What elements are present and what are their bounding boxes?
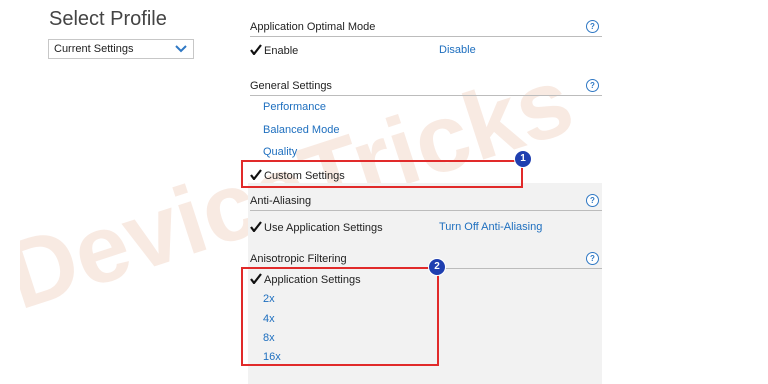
help-icon[interactable]: ? [586,252,599,265]
chevron-down-icon [175,45,187,53]
highlight-box-custom-settings [241,160,523,188]
section-title: Anti-Aliasing [250,195,312,207]
divider [250,95,602,96]
section-title: Anisotropic Filtering [250,253,347,265]
section-general-settings: General Settings ? [250,78,602,96]
option-turn-off-anti-aliasing[interactable]: Turn Off Anti-Aliasing [439,221,542,233]
annotation-badge-1: 1 [514,150,532,168]
option-performance[interactable]: Performance [263,101,326,113]
option-label: Enable [264,45,299,57]
select-profile-title: Select Profile [49,8,167,30]
option-disable[interactable]: Disable [439,44,476,56]
checkmark-icon [250,44,262,55]
divider [250,36,602,37]
help-icon[interactable]: ? [586,194,599,207]
option-balanced-mode[interactable]: Balanced Mode [263,124,339,136]
section-title: Application Optimal Mode [250,21,376,33]
help-icon[interactable]: ? [586,20,599,33]
section-anti-aliasing: Anti-Aliasing ? [250,193,602,211]
highlight-box-anisotropic [241,267,439,366]
section-app-optimal-mode: Application Optimal Mode ? [250,19,602,37]
option-label: Use Application Settings [264,222,383,234]
profile-dropdown[interactable]: Current Settings [48,39,194,59]
annotation-badge-2: 2 [428,258,446,276]
section-title: General Settings [250,80,332,92]
profile-dropdown-value: Current Settings [54,43,134,55]
option-use-application-settings[interactable]: Use Application Settings [250,221,383,234]
option-quality[interactable]: Quality [263,146,297,158]
checkmark-icon [250,221,262,232]
option-enable[interactable]: Enable [250,44,298,57]
divider [250,210,602,211]
help-icon[interactable]: ? [586,79,599,92]
